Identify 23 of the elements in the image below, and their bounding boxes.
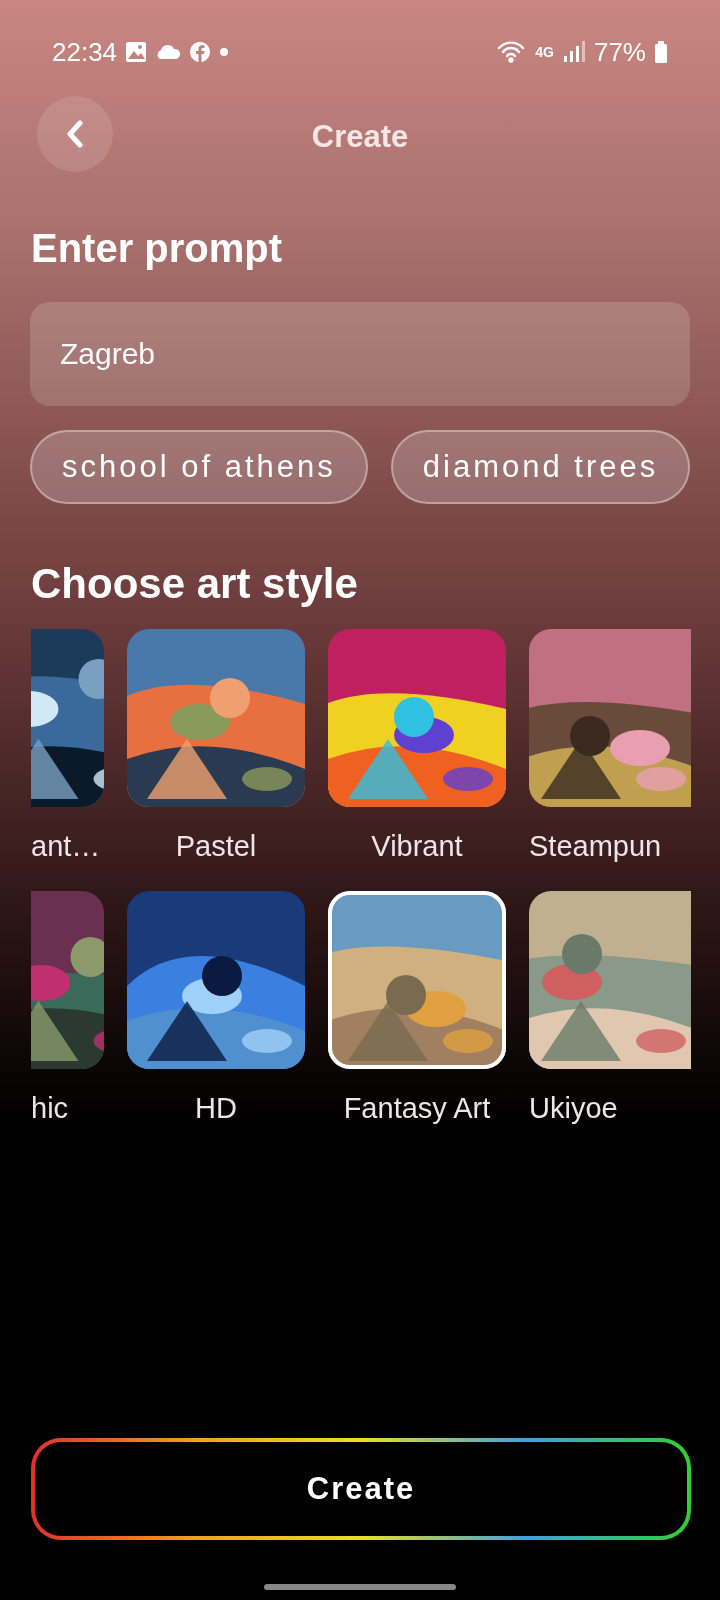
- style-option[interactable]: Fantasy Art: [328, 890, 506, 1130]
- battery-icon: [654, 40, 668, 64]
- style-option[interactable]: Steampun: [529, 629, 691, 869]
- back-icon: [66, 120, 84, 148]
- signal-icon: [561, 40, 586, 64]
- battery-level: 77%: [593, 35, 646, 69]
- suggestion-chip[interactable]: diamond trees: [390, 430, 690, 504]
- network-type: 4G: [535, 42, 554, 62]
- style-option[interactable]: Vibrant: [328, 629, 506, 869]
- screen-title: Create: [311, 117, 409, 156]
- suggestion-chip[interactable]: school of athens: [30, 430, 368, 504]
- dot-icon: [219, 47, 230, 57]
- style-option[interactable]: Pastel: [127, 629, 305, 869]
- image-icon: [125, 41, 148, 63]
- cloud-icon: [155, 44, 182, 60]
- style-option[interactable]: ant…: [31, 629, 104, 869]
- clock-time: 22:34: [52, 35, 118, 69]
- section-heading: Choose art style: [31, 559, 359, 609]
- style-option[interactable]: Ukiyoe: [529, 890, 691, 1130]
- style-option[interactable]: hic: [31, 890, 104, 1130]
- section-heading: Enter prompt: [31, 225, 284, 272]
- social-app-icon: [189, 41, 212, 63]
- style-option[interactable]: HD: [127, 890, 305, 1130]
